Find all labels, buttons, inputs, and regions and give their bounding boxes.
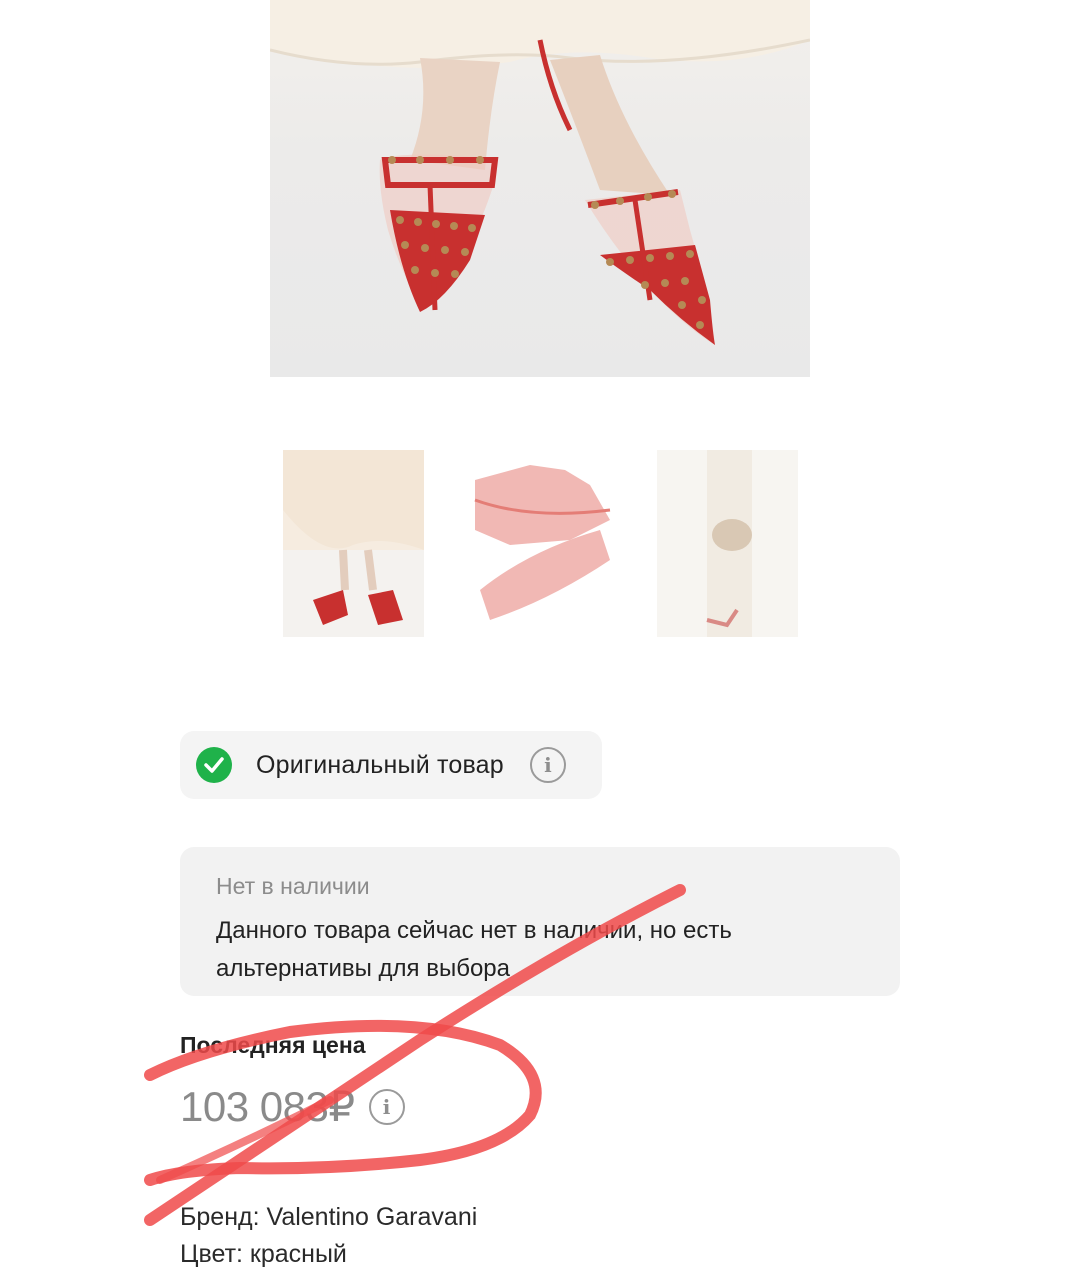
thumbnail-1[interactable] (283, 450, 424, 637)
original-product-badge: Оригинальный товар i (180, 731, 602, 799)
out-of-stock-notice: Нет в наличии Данного товара сейчас нет … (180, 847, 900, 996)
price-row: 103 083₽ i (180, 1082, 405, 1131)
thumbnail-2[interactable] (470, 450, 611, 637)
thumbnail-3[interactable] (657, 450, 798, 637)
info-icon[interactable]: i (529, 747, 566, 783)
product-brand: Бренд: Valentino Garavani (180, 1203, 478, 1231)
out-of-stock-message: Данного товара сейчас нет в наличии, но … (216, 917, 732, 982)
out-of-stock-title: Нет в наличии (216, 873, 370, 899)
original-product-label: Оригинальный товар (256, 750, 504, 779)
price-info-icon[interactable]: i (368, 1088, 405, 1125)
main-product-image[interactable] (270, 0, 810, 377)
check-circle-icon (196, 747, 232, 783)
last-price-label: Последняя цена (180, 1032, 366, 1058)
thumbnail-strip (283, 450, 813, 637)
product-color: Цвет: красный (180, 1240, 347, 1268)
last-price-value: 103 083₽ (180, 1083, 355, 1130)
